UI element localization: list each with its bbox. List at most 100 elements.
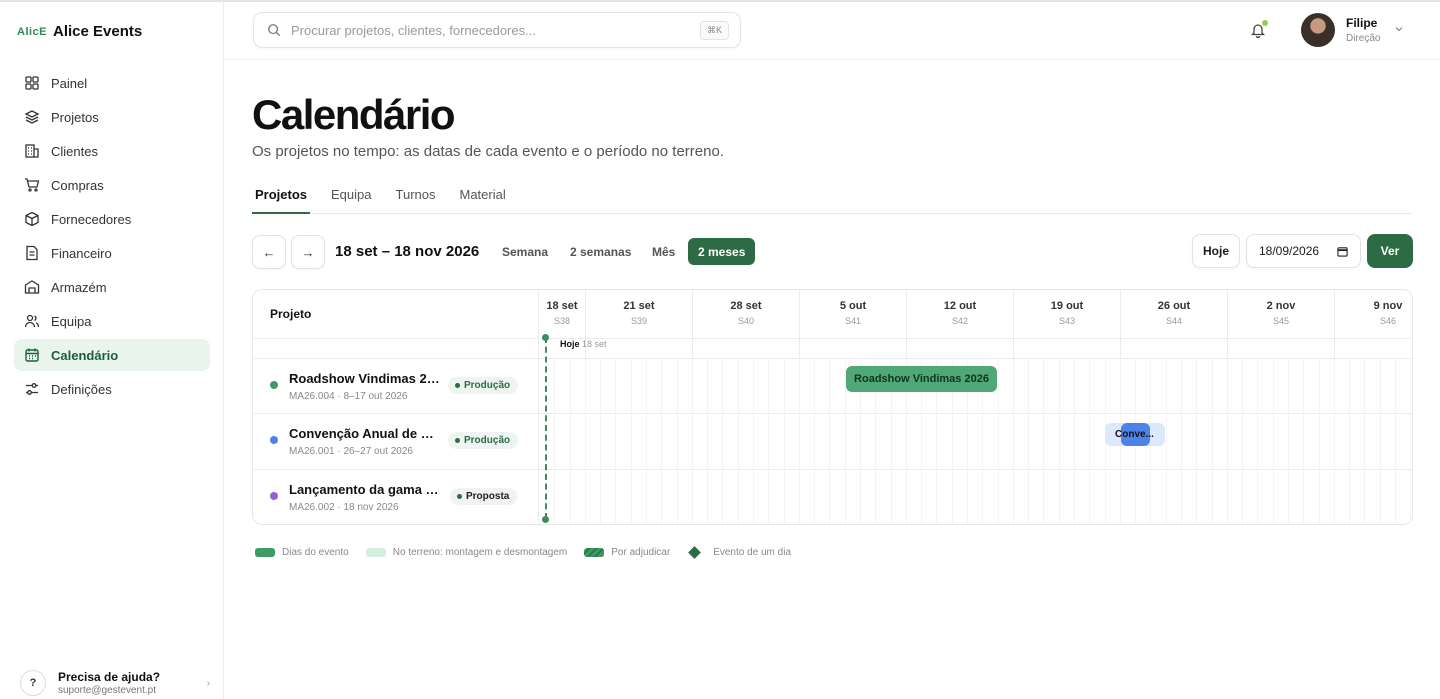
brand[interactable]: AlicE Alice Events bbox=[17, 23, 142, 40]
day-gridline bbox=[585, 358, 586, 524]
project-meta: MA26.004 · 8–17 out 2026 bbox=[289, 391, 408, 402]
prev-range-button[interactable]: ← bbox=[252, 235, 286, 269]
sidebar-item-label: Calendário bbox=[51, 347, 119, 363]
day-gridline bbox=[1334, 358, 1335, 524]
week-header: 18 set S38 bbox=[546, 300, 578, 326]
day-gridline bbox=[799, 358, 800, 524]
today-marker-line bbox=[545, 337, 547, 519]
page-title: Calendário bbox=[252, 91, 456, 138]
brand-name: Alice Events bbox=[53, 23, 143, 40]
day-gridline bbox=[631, 358, 632, 524]
sidebar-item-armazem[interactable]: Armazém bbox=[14, 271, 210, 303]
warehouse-icon bbox=[24, 280, 40, 294]
day-gridline bbox=[1043, 358, 1044, 524]
day-gridline bbox=[784, 358, 785, 524]
day-gridline bbox=[554, 358, 555, 524]
sidebar-item-clientes[interactable]: Clientes bbox=[14, 135, 210, 167]
sidebar-item-equipa[interactable]: Equipa bbox=[14, 305, 210, 337]
sidebar-item-compras[interactable]: Compras bbox=[14, 169, 210, 201]
week-header: 28 set S40 bbox=[730, 300, 762, 326]
diamond-icon bbox=[688, 546, 702, 559]
search-icon bbox=[268, 24, 281, 37]
next-range-button[interactable]: → bbox=[291, 235, 325, 269]
tab-projetos[interactable]: Projetos bbox=[252, 184, 311, 214]
day-gridline bbox=[570, 358, 571, 524]
status-badge: Produção bbox=[448, 377, 519, 394]
project-title: Lançamento da gama Verão bbox=[289, 482, 441, 497]
sidebar-item-projetos[interactable]: Projetos bbox=[14, 101, 210, 133]
project-meta: MA26.001 · 26–27 out 2026 bbox=[289, 446, 413, 457]
week-header: 2 nov S45 bbox=[1266, 300, 1296, 326]
day-gridline bbox=[1349, 358, 1350, 524]
sidebar-item-fornecedores[interactable]: Fornecedores bbox=[14, 203, 210, 235]
sidebar-item-painel[interactable]: Painel bbox=[14, 67, 210, 99]
help-card[interactable]: ? Precisa de ajuda? suporte@gestevent.pt… bbox=[20, 670, 210, 696]
help-icon: ? bbox=[20, 670, 46, 696]
sidebar-item-financeiro[interactable]: Financeiro bbox=[14, 237, 210, 269]
project-column-header: Projeto bbox=[270, 307, 312, 321]
day-gridline bbox=[814, 358, 815, 524]
tab-equipa[interactable]: Equipa bbox=[328, 184, 374, 214]
day-gridline bbox=[1319, 358, 1320, 524]
view-2-semanas-button[interactable]: 2 semanas bbox=[560, 238, 641, 265]
calendar-icon[interactable] bbox=[1337, 246, 1348, 257]
search-box[interactable]: ⌘K bbox=[253, 12, 741, 48]
week-header: 26 out S44 bbox=[1157, 300, 1191, 326]
day-gridline bbox=[1380, 358, 1381, 524]
document-icon bbox=[26, 245, 38, 261]
table-row[interactable]: Convenção Anual de Vendas MA26.001 · 26–… bbox=[253, 413, 538, 468]
legend: Dias do evento No terreno: montagem e de… bbox=[255, 546, 808, 559]
day-gridline bbox=[600, 358, 601, 524]
event-bar-roadshow[interactable]: Roadshow Vindimas 2026 bbox=[846, 366, 997, 392]
help-email: suporte@gestevent.pt bbox=[58, 685, 156, 696]
sidebar-nav: Painel Projetos Clientes Compras Fornece… bbox=[14, 67, 210, 407]
today-button[interactable]: Hoje bbox=[1192, 234, 1240, 268]
today-marker-dot bbox=[542, 516, 549, 523]
day-gridline bbox=[1059, 358, 1060, 524]
search-input[interactable] bbox=[291, 22, 681, 38]
tab-turnos[interactable]: Turnos bbox=[393, 184, 439, 214]
day-gridline bbox=[722, 358, 723, 524]
day-gridline bbox=[692, 358, 693, 524]
table-row[interactable]: Roadshow Vindimas 2026 MA26.004 · 8–17 o… bbox=[253, 358, 538, 413]
week-header: 21 set S39 bbox=[623, 300, 655, 326]
sidebar: AlicE Alice Events Painel Projetos Clien… bbox=[0, 2, 224, 699]
day-gridline bbox=[707, 358, 708, 524]
event-bar-label: Conve... bbox=[1115, 429, 1154, 440]
day-gridline bbox=[1028, 358, 1029, 524]
sidebar-item-definicoes[interactable]: Definições bbox=[14, 373, 210, 405]
date-range-label: 18 set – 18 nov 2026 bbox=[335, 243, 480, 260]
legend-item: Por adjudicar bbox=[584, 547, 670, 558]
avatar[interactable] bbox=[1301, 13, 1335, 47]
tab-bar: Projetos Equipa Turnos Material bbox=[252, 184, 1412, 214]
status-dot bbox=[270, 436, 278, 444]
view-semana-button[interactable]: Semana bbox=[492, 238, 558, 265]
apply-button[interactable]: Ver bbox=[1367, 234, 1413, 268]
status-dot bbox=[270, 381, 278, 389]
grid-icon bbox=[25, 76, 39, 90]
sidebar-item-label: Armazém bbox=[51, 279, 107, 295]
tab-material[interactable]: Material bbox=[456, 184, 508, 214]
chevron-down-icon[interactable] bbox=[1394, 24, 1404, 34]
box-icon bbox=[25, 211, 39, 227]
today-marker-label: Hoje 18 set bbox=[560, 339, 607, 349]
topbar: ⌘K Filipe Direção bbox=[224, 2, 1440, 60]
day-gridline bbox=[1089, 358, 1090, 524]
help-title: Precisa de ajuda? bbox=[58, 670, 161, 684]
legend-item: Dias do evento bbox=[255, 547, 349, 558]
view-2-meses-button[interactable]: 2 meses bbox=[688, 238, 756, 265]
day-gridline bbox=[1257, 358, 1258, 524]
date-input[interactable]: 18/09/2026 bbox=[1246, 234, 1361, 268]
day-gridline bbox=[1166, 358, 1167, 524]
sidebar-item-label: Clientes bbox=[51, 143, 98, 159]
sidebar-item-calendario[interactable]: Calendário bbox=[14, 339, 210, 371]
week-header: 12 out S42 bbox=[943, 300, 977, 326]
day-gridline bbox=[1212, 358, 1213, 524]
week-header: 9 nov S46 bbox=[1373, 300, 1403, 326]
table-row[interactable]: Lançamento da gama Verão MA26.002 · 18 n… bbox=[253, 469, 538, 524]
view-mes-button[interactable]: Mês bbox=[642, 238, 685, 265]
day-gridline bbox=[1181, 358, 1182, 524]
date-input-value: 18/09/2026 bbox=[1259, 244, 1320, 258]
page-subtitle: Os projetos no tempo: as datas de cada e… bbox=[252, 143, 724, 160]
sidebar-item-label: Projetos bbox=[51, 109, 99, 125]
